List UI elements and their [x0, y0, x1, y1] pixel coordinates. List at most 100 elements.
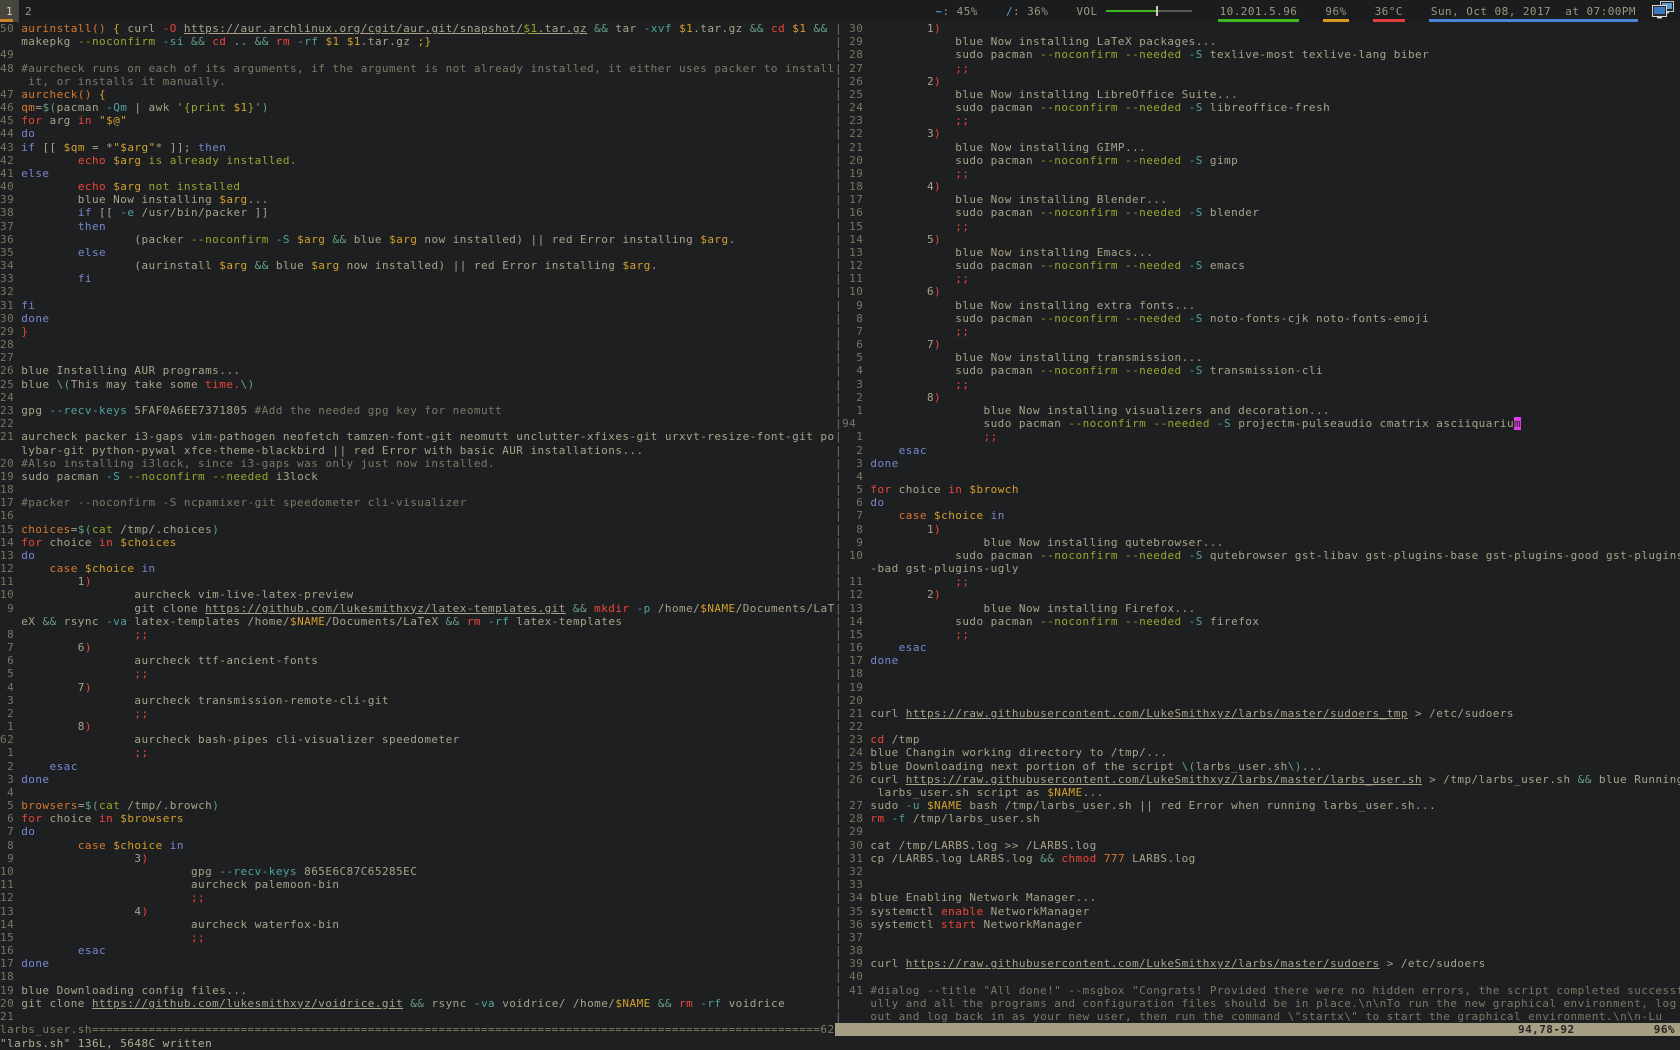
network-monitors-icon[interactable] — [1652, 1, 1674, 22]
code-row: 4 7) — [0, 681, 835, 694]
code-row: | 39 curl https://raw.githubusercontent.… — [835, 957, 1680, 970]
code-row: 50 aurinstall() { curl -O https://aur.ar… — [0, 22, 835, 35]
code-row: 16 esac — [0, 944, 835, 957]
code-row: | 3 ;; — [835, 378, 1680, 391]
statusline-scroll-percent: 96% — [1654, 1023, 1675, 1036]
code-row: | 23 ;; — [835, 114, 1680, 127]
code-row: 6 aurcheck ttf-ancient-fonts — [0, 654, 835, 667]
code-row: 19 sudo pacman -S --noconfirm --needed i… — [0, 470, 835, 483]
code-row: | 28 rm -f /tmp/larbs_user.sh — [835, 812, 1680, 825]
code-row: | 37 — [835, 931, 1680, 944]
code-row: | 19 — [835, 681, 1680, 694]
volume-module: VOL — [1062, 0, 1205, 22]
code-row: 18 — [0, 483, 835, 496]
date-time: Sun, Oct 08, 2017 at 07:00PM — [1417, 0, 1650, 22]
code-row: | 17 blue Now installing Blender... — [835, 193, 1680, 206]
code-row: | 12 sudo pacman --noconfirm --needed -S… — [835, 259, 1680, 272]
code-row: 11 1) — [0, 575, 835, 588]
code-row: | 9 blue Now installing extra fonts... — [835, 299, 1680, 312]
code-row: | 22 — [835, 720, 1680, 733]
root-disk-usage: /: 36% — [992, 0, 1062, 22]
code-row: | 26 2) — [835, 75, 1680, 88]
vim-command-line: "larbs.sh" 136L, 5648C written — [0, 1037, 1680, 1050]
home-icon: ~ — [935, 5, 942, 18]
code-row: 39 blue Now installing $arg... — [0, 193, 835, 206]
code-row: 28 — [0, 338, 835, 351]
statusline-active-larbs[interactable]: larbs.sh 94,78-92 96% — [835, 1023, 1680, 1036]
code-row: | larbs_user.sh script as $NAME... — [835, 786, 1680, 799]
statusline-ruler: 94,78-92 — [1518, 1023, 1575, 1036]
code-row: | 27 sudo -u $NAME bash /tmp/larbs_user.… — [835, 799, 1680, 812]
code-row: | 6 do — [835, 496, 1680, 509]
volume-slider[interactable] — [1106, 6, 1192, 16]
workspace-tag-1[interactable]: 1 — [0, 0, 19, 22]
cpu-temperature: 36°C — [1361, 0, 1417, 22]
code-row: | 10 sudo pacman --noconfirm --needed -S… — [835, 549, 1680, 562]
statusline-inactive-larbs_user[interactable]: larbs_user.sh===========================… — [0, 1023, 835, 1036]
code-row: 15 ;; — [0, 931, 835, 944]
code-row: | 1 ;; — [835, 430, 1680, 443]
code-row: | 23 cd /tmp — [835, 733, 1680, 746]
code-row: | 16 sudo pacman --noconfirm --needed -S… — [835, 206, 1680, 219]
code-row: 27 — [0, 351, 835, 364]
code-row: 42 echo $arg is already installed. — [0, 154, 835, 167]
code-row: 10 gpg --recv-keys 865E6C87C65285EC — [0, 865, 835, 878]
code-row: 16 — [0, 509, 835, 522]
code-row: 14 aurcheck waterfox-bin — [0, 918, 835, 931]
code-row: | 28 sudo pacman --noconfirm --needed -S… — [835, 48, 1680, 61]
code-row: | 41 #dialog --title "All done!" --msgbo… — [835, 984, 1680, 997]
code-row: | 6 7) — [835, 338, 1680, 351]
code-row: | 25 blue Downloading next portion of th… — [835, 760, 1680, 773]
code-row: 3 aurcheck transmission-remote-cli-git — [0, 694, 835, 707]
vim-pane-right-larbs[interactable]: | 30 1)| 29 blue Now installing LaTeX pa… — [835, 22, 1680, 1036]
code-row: | 36 systemctl start NetworkManager — [835, 918, 1680, 931]
workspace-tags: 1 2 — [0, 0, 38, 22]
code-row: | 15 ;; — [835, 220, 1680, 233]
code-row: 20 #Also installing i3lock, since i3-gap… — [0, 457, 835, 470]
code-row: | 1 blue Now installing visualizers and … — [835, 404, 1680, 417]
code-row: | 14 sudo pacman --noconfirm --needed -S… — [835, 615, 1680, 628]
code-row: | 9 blue Now installing qutebrowser... — [835, 536, 1680, 549]
code-row: | 7 ;; — [835, 325, 1680, 338]
code-row: 7 6) — [0, 641, 835, 654]
code-row: | 21 curl https://raw.githubusercontent.… — [835, 707, 1680, 720]
code-row: 15 choices=$(cat /tmp/.choices) — [0, 523, 835, 536]
code-row: 5 browsers=$(cat /tmp/.browch) — [0, 799, 835, 812]
code-row: | 22 3) — [835, 127, 1680, 140]
code-row: | 27 ;; — [835, 62, 1680, 75]
code-row: 7 do — [0, 825, 835, 838]
code-row: | 17 done — [835, 654, 1680, 667]
code-row: 49 — [0, 48, 835, 61]
vim-pane-left-larbs_user[interactable]: 50 aurinstall() { curl -O https://aur.ar… — [0, 22, 835, 1036]
code-row: | 18 4) — [835, 180, 1680, 193]
code-row: 20 git clone https://github.com/lukesmit… — [0, 997, 835, 1010]
battery-percent: 96% — [1311, 0, 1360, 22]
code-row: 12 ;; — [0, 891, 835, 904]
code-row: 2 esac — [0, 760, 835, 773]
code-row: 21 — [0, 1010, 835, 1023]
code-row: 13 4) — [0, 905, 835, 918]
code-row: | -bad gst-plugins-ugly — [835, 562, 1680, 575]
code-row: | 14 5) — [835, 233, 1680, 246]
code-row: | 31 cp /LARBS.log LARBS.log && chmod 77… — [835, 852, 1680, 865]
code-row: 2 ;; — [0, 707, 835, 720]
code-row: | ully and all the programs and configur… — [835, 997, 1680, 1010]
code-row: 19 blue Downloading config files... — [0, 984, 835, 997]
code-row: | 3 done — [835, 457, 1680, 470]
code-row: 43 if [[ $qm = *"$arg"* ]]; then — [0, 141, 835, 154]
code-row: 11 aurcheck palemoon-bin — [0, 878, 835, 891]
workspace-tag-2[interactable]: 2 — [19, 0, 38, 22]
code-row: | 35 systemctl enable NetworkManager — [835, 905, 1680, 918]
code-row: 17 done — [0, 957, 835, 970]
code-row: 10 aurcheck vim-live-latex-preview — [0, 588, 835, 601]
code-row: | 25 blue Now installing LibreOffice Sui… — [835, 88, 1680, 101]
code-lines-right: | 30 1)| 29 blue Now installing LaTeX pa… — [835, 22, 1680, 1023]
code-row: 6 for choice in $browsers — [0, 812, 835, 825]
code-row: 8 case $choice in — [0, 839, 835, 852]
code-row: | 40 — [835, 970, 1680, 983]
code-row: | 29 — [835, 825, 1680, 838]
code-row: 4 — [0, 786, 835, 799]
code-row: 17 #packer --noconfirm -S ncpamixer-git … — [0, 496, 835, 509]
code-row: | 20 sudo pacman --noconfirm --needed -S… — [835, 154, 1680, 167]
code-row: eX && rsync -va latex-templates /home/$N… — [0, 615, 835, 628]
